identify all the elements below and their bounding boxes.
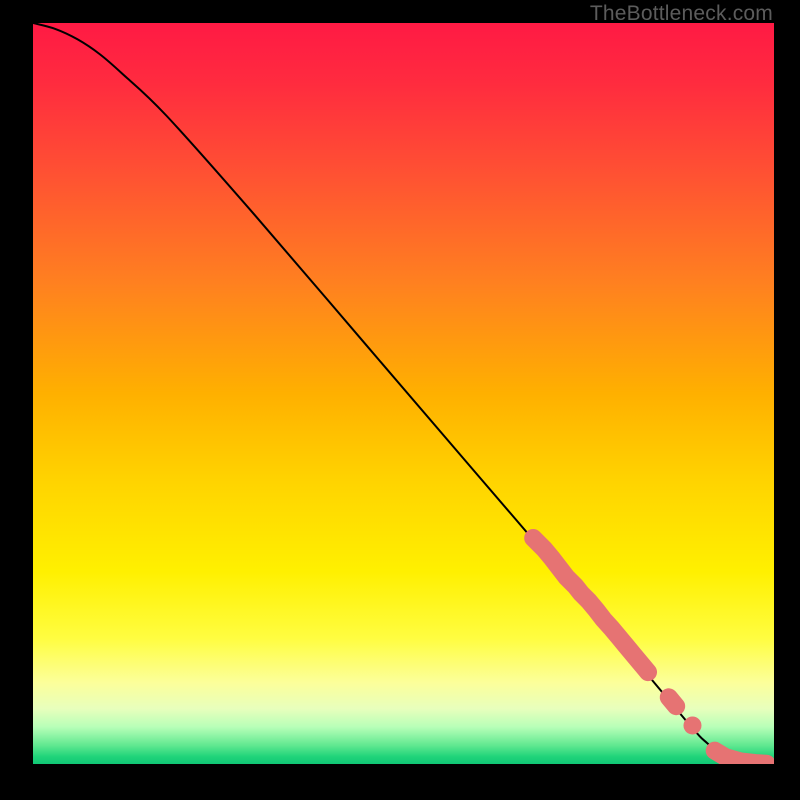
plot-area (33, 23, 774, 764)
chart-container: { "watermark": "TheBottleneck.com", "col… (0, 0, 800, 800)
gradient-background (33, 23, 774, 764)
marker-dot (683, 716, 701, 734)
marker-segment (669, 697, 676, 706)
chart-svg (33, 23, 774, 764)
